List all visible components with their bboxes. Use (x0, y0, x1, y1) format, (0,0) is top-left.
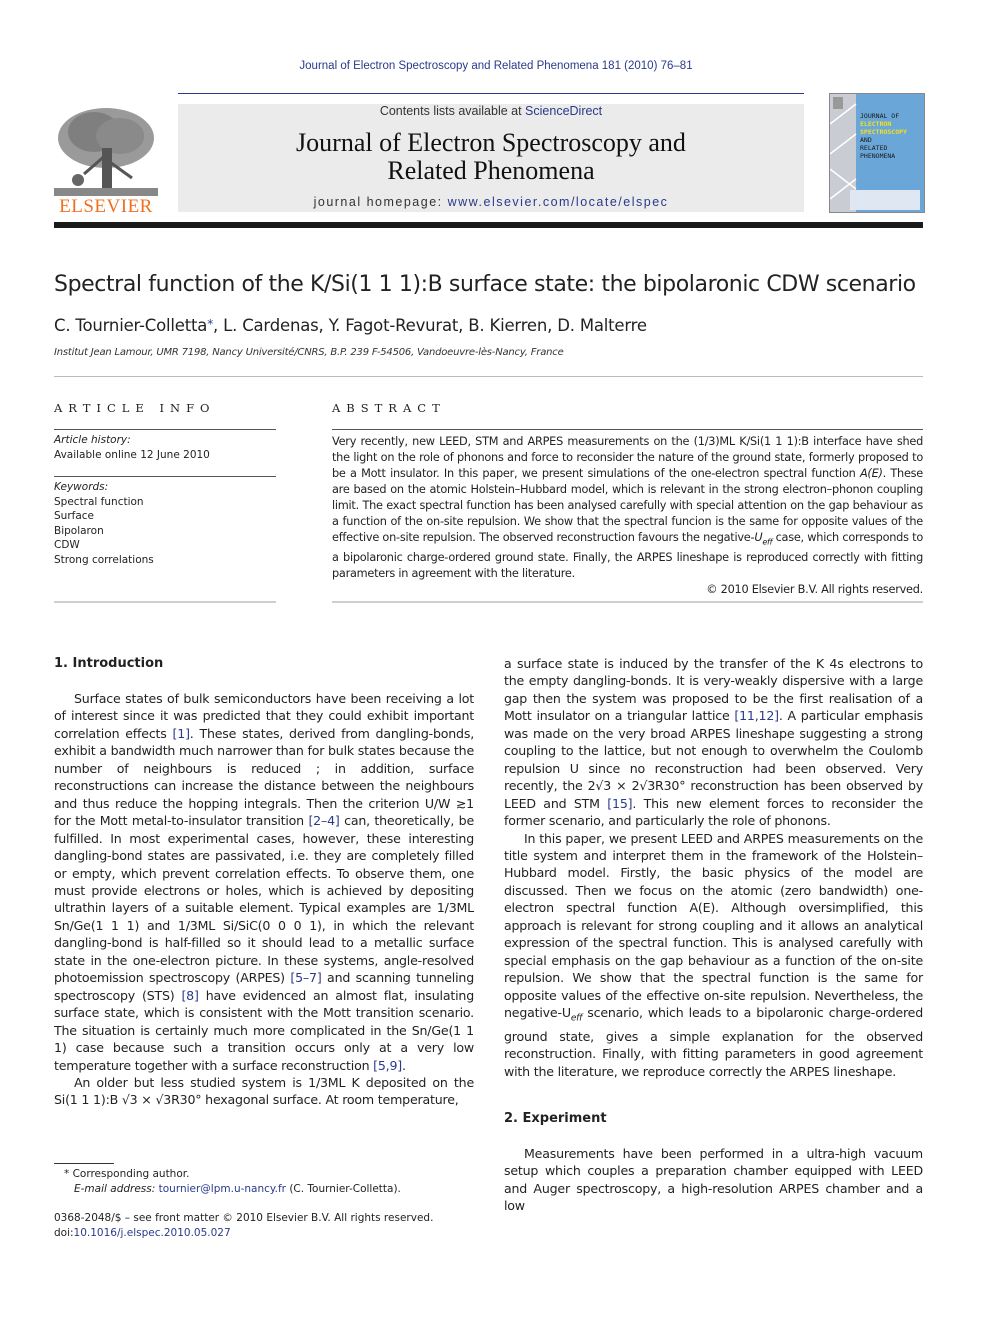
author-rest: , L. Cardenas, Y. Fagot-Revurat, B. Kier… (213, 316, 647, 335)
citation-link[interactable]: [5–7] (290, 970, 321, 985)
email-link[interactable]: tournier@lpm.u-nancy.fr (159, 1183, 286, 1195)
tree-icon (54, 108, 158, 196)
keyword: Strong correlations (54, 553, 154, 566)
history-value: Available online 12 June 2010 (54, 448, 210, 461)
article-history: Article history: Available online 12 Jun… (54, 433, 276, 462)
article-info-rule-bottom (54, 601, 276, 603)
email-suffix: (C. Tournier-Colletta). (285, 1182, 401, 1195)
abstract-body: Very recently, new LEED, STM and ARPES m… (332, 434, 923, 598)
cover-line1: JOURNAL OF (860, 112, 900, 120)
abstract-rule-bottom (332, 601, 923, 603)
sciencedirect-link[interactable]: ScienceDirect (525, 104, 602, 118)
masthead-bottom-rule (54, 222, 923, 228)
cover-line4: AND (860, 136, 872, 144)
cover-line3: SPECTROSCOPY (860, 128, 907, 136)
keyword: Spectral function (54, 495, 144, 508)
homepage-link[interactable]: www.elsevier.com/locate/elspec (448, 195, 669, 209)
affiliation: Institut Jean Lamour, UMR 7198, Nancy Un… (54, 347, 564, 358)
email-line: E-mail address: tournier@lpm.u-nancy.fr … (64, 1182, 401, 1197)
experiment-body: Measurements have been performed in a ul… (504, 1145, 923, 1215)
text: In this paper, we present LEED and ARPES… (504, 830, 923, 1021)
doi-label: doi: (54, 1226, 74, 1239)
article-info-heading: ARTICLE INFO (54, 401, 216, 415)
keywords-block: Keywords: Spectral function Surface Bipo… (54, 480, 276, 567)
publisher-wordmark: ELSEVIER (59, 196, 153, 217)
front-matter: 0368-2048/$ – see front matter © 2010 El… (54, 1211, 433, 1240)
abstract-text-part: Very recently, new LEED, STM and ARPES m… (332, 435, 923, 480)
history-label: Article history: (54, 434, 131, 446)
cover-line2: ELECTRON (860, 120, 892, 128)
article-title: Spectral function of the K/Si(1 1 1):B s… (54, 272, 916, 297)
paragraph: a surface state is induced by the transf… (504, 655, 923, 830)
journal-cover-thumbnail[interactable]: JOURNAL OF ELECTRON SPECTROSCOPY AND REL… (829, 93, 925, 213)
section-heading-experiment: 2. Experiment (504, 1111, 607, 1126)
citation-link[interactable]: [5,9] (373, 1058, 402, 1073)
footnote-rule (54, 1163, 114, 1164)
citation-link[interactable]: [2–4] (308, 813, 339, 828)
math-subscript: eff (570, 1013, 583, 1024)
citation-link[interactable]: [8] (181, 988, 198, 1003)
title-divider (54, 376, 923, 377)
paragraph: Surface states of bulk semiconductors ha… (54, 690, 474, 1074)
text: can, theoretically, be fulfilled. In mos… (54, 813, 474, 986)
keyword: CDW (54, 539, 80, 551)
right-column-body: a surface state is induced by the transf… (504, 655, 923, 1080)
footnote-corresponding: * Corresponding author. E-mail address: … (64, 1167, 401, 1196)
citation-link[interactable]: [1] (173, 726, 190, 741)
corresponding-author-note: * Corresponding author. (64, 1168, 190, 1180)
journal-title-line2: Related Phenomena (387, 156, 595, 185)
article-info-rule-2 (54, 476, 276, 477)
journal-homepage: journal homepage: www.elsevier.com/locat… (178, 195, 804, 209)
contents-prefix: Contents lists available at (379, 104, 526, 118)
author-first: C. Tournier-Colletta (54, 316, 208, 335)
cover-line5: RELATED PHENOMENA (860, 144, 896, 160)
abstract-text: Very recently, new LEED, STM and ARPES m… (332, 434, 923, 582)
abstract-math: A(E) (859, 467, 883, 480)
paragraph: In this paper, we present LEED and ARPES… (504, 830, 923, 1081)
left-column-body: Surface states of bulk semiconductors ha… (54, 690, 474, 1109)
abstract-copyright: © 2010 Elsevier B.V. All rights reserved… (706, 583, 923, 597)
contents-line: Contents lists available at ScienceDirec… (178, 104, 804, 118)
abstract-math-subscript: eff (762, 537, 773, 547)
running-head[interactable]: Journal of Electron Spectroscopy and Rel… (0, 60, 992, 72)
author-list: C. Tournier-Colletta*, L. Cardenas, Y. F… (54, 316, 647, 335)
text: . (402, 1057, 406, 1073)
keyword: Bipolaron (54, 524, 104, 537)
citation-link[interactable]: [15] (607, 796, 632, 811)
front-matter-line: 0368-2048/$ – see front matter © 2010 El… (54, 1212, 434, 1224)
keywords-label: Keywords: (54, 481, 109, 493)
paragraph: An older but less studied system is 1/3M… (54, 1074, 474, 1108)
section-heading-introduction: 1. Introduction (54, 656, 164, 671)
doi-line: doi:10.1016/j.elspec.2010.05.027 (54, 1226, 433, 1241)
masthead-top-rule (178, 93, 804, 94)
keyword: Surface (54, 510, 95, 522)
homepage-prefix: journal homepage: (313, 195, 448, 209)
journal-title: Journal of Electron Spectroscopy and Rel… (178, 129, 804, 185)
abstract-heading: ABSTRACT (332, 401, 446, 415)
email-label: E-mail address: (74, 1182, 159, 1195)
abstract-rule-top (332, 429, 923, 430)
citation-link[interactable]: [11,12] (734, 708, 779, 723)
article-info-rule-1 (54, 429, 276, 430)
doi-link[interactable]: 10.1016/j.elspec.2010.05.027 (74, 1227, 231, 1239)
journal-title-line1: Journal of Electron Spectroscopy and (296, 128, 686, 157)
paragraph: Measurements have been performed in a ul… (504, 1146, 923, 1214)
